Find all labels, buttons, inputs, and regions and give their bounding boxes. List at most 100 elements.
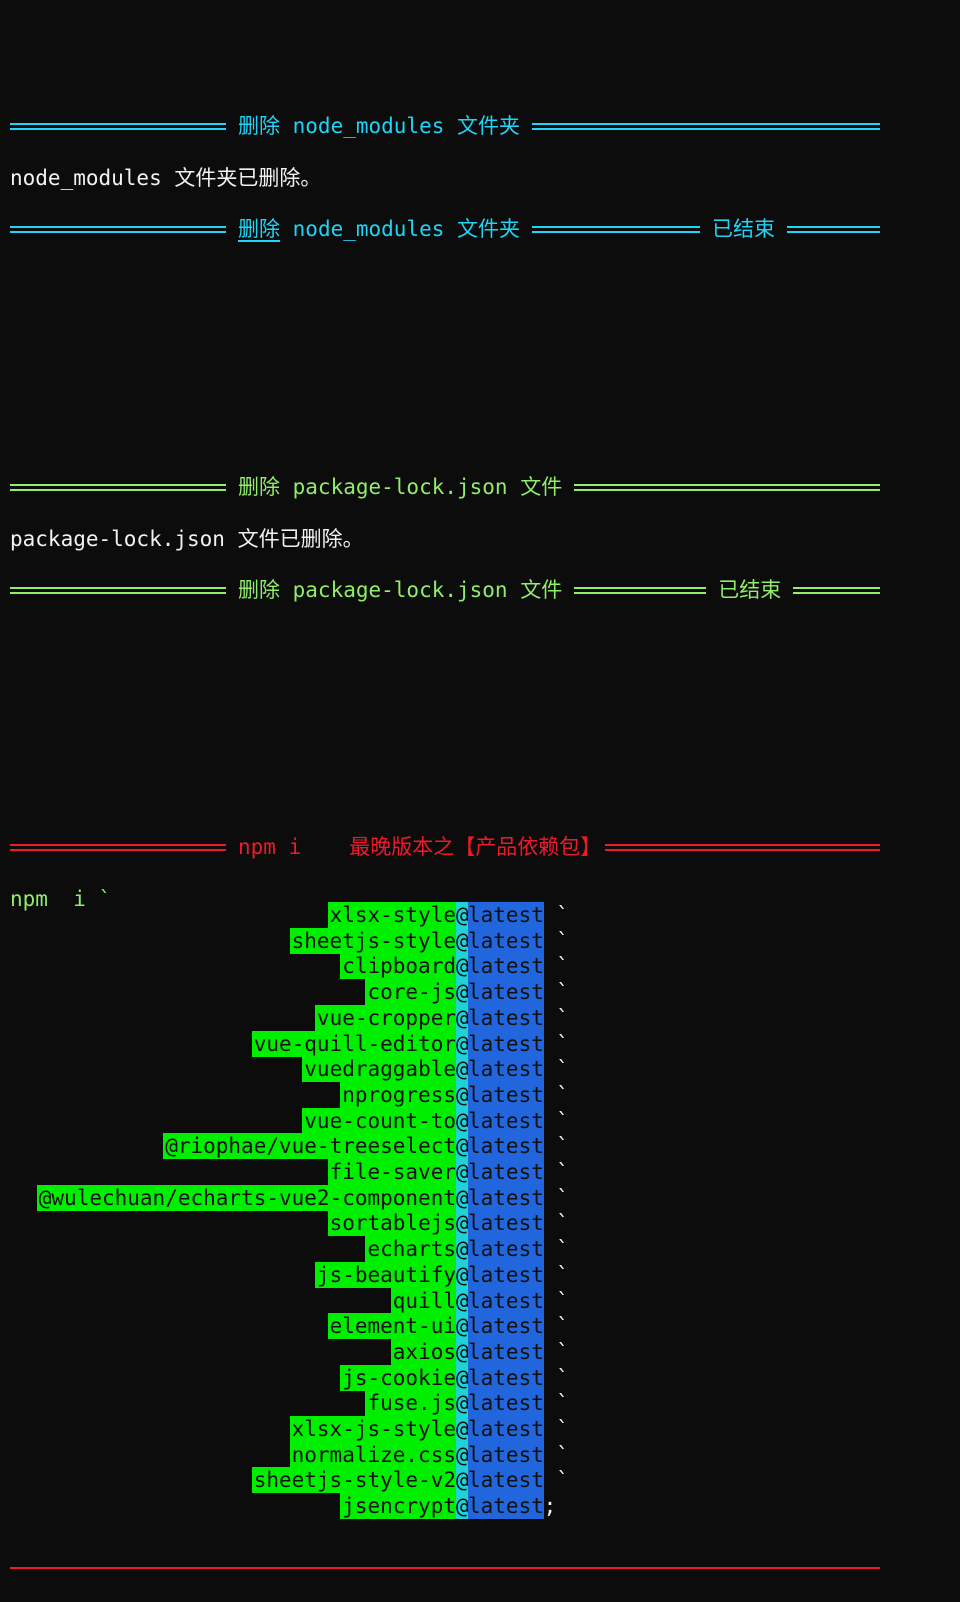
package-version: latest [468,1107,544,1134]
line-continuation: ` [543,1468,569,1493]
package-version-at: @ [456,1416,469,1442]
banner-rule [10,843,226,851]
banner-end-label: 已结束 [712,217,776,241]
package-version: latest [468,1004,544,1031]
package-name: jsencrypt [340,1493,456,1520]
package-row: core-js @ latest ` [0,979,960,1006]
bottom-divider [10,1567,880,1569]
package-version: latest [468,1493,544,1520]
banner-rule [532,122,880,130]
package-row: vue-cropper @ latest ` [0,1004,960,1031]
package-version-at: @ [456,1107,469,1134]
package-version: latest [468,1210,544,1237]
package-name: @riophae/vue-treeselect [163,1133,456,1160]
line-continuation: ` [543,1314,569,1339]
package-row: sheetjs-style-v2 @ latest ` [0,1467,960,1494]
banner-delete-package-lock-end: 删除 package-lock.json 文件 已结束 [10,577,880,603]
package-row: clipboard @ latest ` [0,953,960,980]
banner-delete-package-lock-start: 删除 package-lock.json 文件 [10,474,880,500]
line-continuation: ` [543,1108,569,1133]
banner-rule [10,586,226,594]
package-row: file-saver @ latest ` [0,1159,960,1185]
package-name: vuedraggable [302,1056,456,1083]
package-row: js-cookie @ latest ` [0,1364,960,1391]
package-version-at: @ [456,979,469,1006]
package-version: latest [468,1313,544,1340]
package-version-at: @ [456,1210,469,1237]
package-name: fuse.js [365,1390,456,1417]
message-node-modules-deleted: node_modules 文件夹已删除。 [10,166,322,190]
package-name: element-ui [327,1313,456,1340]
line-continuation: ` [543,1288,569,1313]
package-row: xlsx-style @ latest ` [0,902,960,928]
package-version: latest [468,1236,544,1263]
line-continuation: ` [543,1339,569,1364]
package-version-at: @ [456,1441,469,1468]
banner-npm-cmd: npm i [238,835,302,859]
package-version: latest [468,902,544,928]
package-row: sheetjs-style @ latest ` [0,927,960,954]
package-version-at: @ [456,1287,469,1314]
package-version: latest [468,1338,544,1365]
package-version: latest [468,979,544,1006]
package-name: sheetjs-style [289,927,456,954]
banner-rule [532,225,701,233]
banner-rule [605,843,880,851]
package-version-at: @ [456,1159,469,1185]
package-version: latest [468,1287,544,1314]
line-continuation: ` [543,1082,569,1107]
package-row: fuse.js @ latest ` [0,1390,960,1417]
line-continuation: ` [543,1031,569,1056]
line-continuation: ; [543,1494,557,1519]
message-package-lock-deleted: package-lock.json 文件已删除。 [10,527,364,551]
package-version-at: @ [456,1390,469,1417]
package-version: latest [468,953,544,980]
package-row: echarts @ latest ` [0,1236,960,1263]
package-version-at: @ [456,1364,469,1391]
package-version-at: @ [456,1056,469,1083]
package-name: @wulechuan/echarts-vue2-component [36,1184,456,1211]
line-continuation: ` [543,1057,569,1082]
package-name: echarts [365,1236,456,1263]
banner-rule [10,122,226,130]
banner-rule [787,225,880,233]
banner-delete-node-modules-end: 删除 node_modules 文件夹 已结束 [10,216,880,242]
banner-rule [574,483,880,491]
package-version-at: @ [456,953,469,980]
banner-title: 删除 node_modules 文件夹 [226,216,532,242]
line-continuation: ` [543,928,569,953]
package-version: latest [468,1030,544,1057]
package-version: latest [468,1159,544,1185]
line-continuation: ` [543,1365,569,1390]
package-name: sortablejs [327,1210,456,1237]
package-version-at: @ [456,1236,469,1263]
package-row: quill @ latest ` [0,1287,960,1314]
package-name: vue-quill-editor [251,1030,456,1057]
package-name: quill [390,1287,456,1314]
package-row: axios @ latest ` [0,1338,960,1365]
package-version-at: @ [456,902,469,928]
package-version: latest [468,1081,544,1108]
package-version-at: @ [456,927,469,954]
package-row: nprogress @ latest ` [0,1081,960,1108]
package-version-at: @ [456,1133,469,1160]
package-name: nprogress [340,1081,456,1108]
package-name: sheetjs-style-v2 [251,1467,456,1494]
package-version: latest [468,927,544,954]
package-row: vuedraggable @ latest ` [0,1056,960,1083]
package-name: vue-cropper [314,1004,456,1031]
package-name: core-js [365,979,456,1006]
line-continuation: ` [543,903,569,927]
banner-rule [793,586,880,594]
package-name: js-cookie [340,1364,456,1391]
banner-title: 删除 package-lock.json 文件 [238,578,563,602]
package-version-at: @ [456,1467,469,1494]
package-version-at: @ [456,1004,469,1031]
package-row: @wulechuan/echarts-vue2-component @ latest… [0,1184,960,1211]
line-continuation: ` [543,1391,569,1416]
package-name: xlsx-js-style [289,1416,456,1442]
package-version-at: @ [456,1338,469,1365]
package-version-at: @ [456,1081,469,1108]
terminal-window: 删除 node_modules 文件夹 node_modules 文件夹已删除。… [0,0,960,1602]
package-row: vue-quill-editor @ latest ` [0,1030,960,1057]
